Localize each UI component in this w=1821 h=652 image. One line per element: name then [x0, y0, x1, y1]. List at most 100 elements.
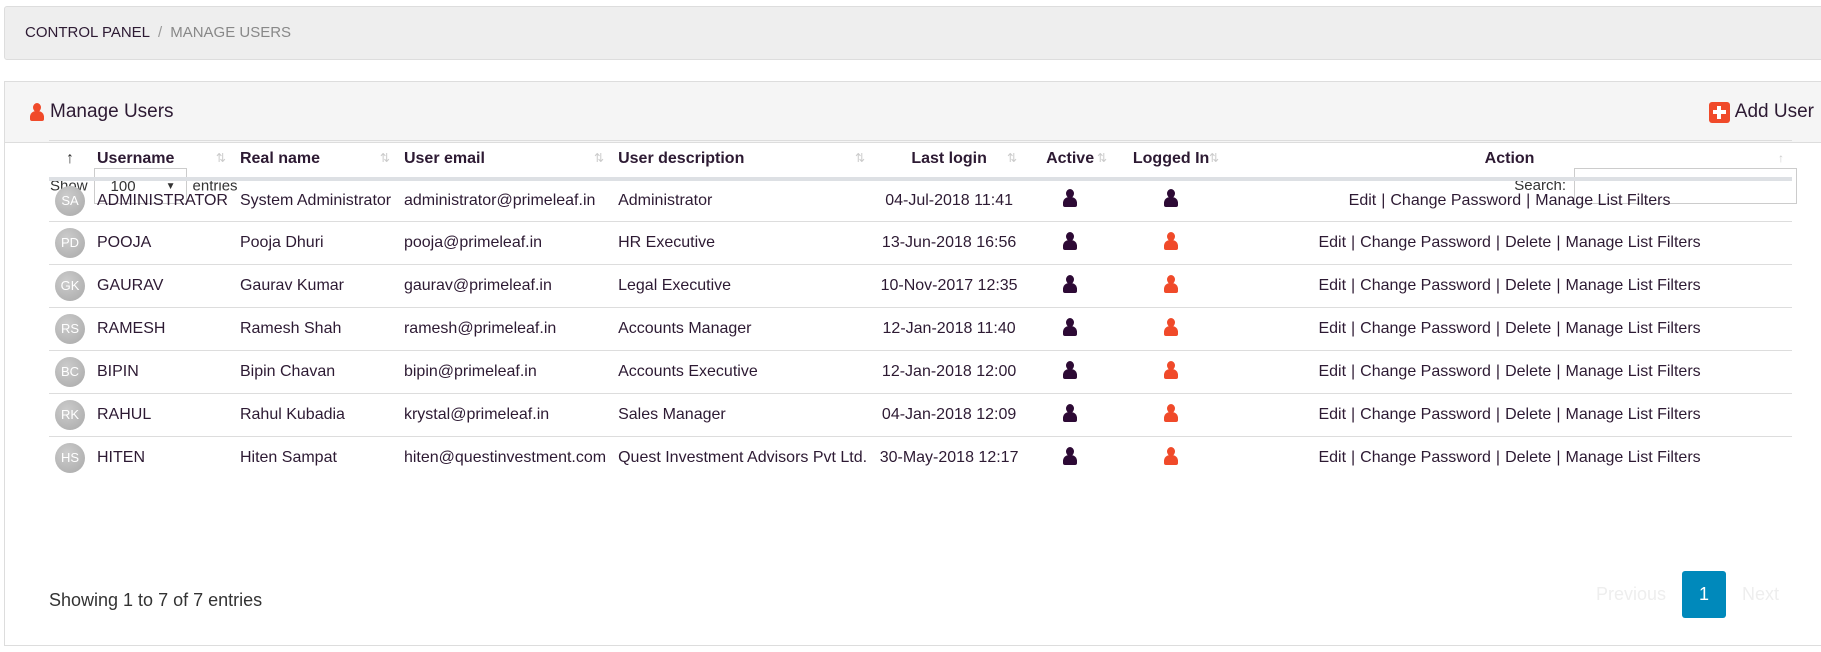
logged-in-user-icon — [1163, 403, 1179, 422]
column-header-label: Username — [97, 149, 175, 167]
table-row: RS RAMESH Ramesh Shah ramesh@primeleaf.in Ac… — [49, 307, 1792, 351]
email-cell: krystal@primeleaf.in — [397, 393, 613, 437]
column-header-username[interactable]: Username ⇅ — [91, 140, 234, 181]
logged-in-user-icon — [1163, 317, 1179, 336]
column-header-real-name[interactable]: Real name ⇅ — [233, 140, 398, 181]
manage-list-filters-link[interactable]: Manage List Filters — [1565, 449, 1700, 466]
add-user-button[interactable]: Add User — [1708, 101, 1814, 123]
action-cell: Edit | Change Password | Delete | Manage List … — [1227, 393, 1792, 437]
logged-in-user-icon — [1163, 231, 1179, 250]
real-name-cell: Pooja Dhuri — [233, 221, 398, 265]
manage-list-filters-link[interactable]: Manage List Filters — [1565, 320, 1700, 337]
manage-list-filters-link[interactable]: Manage List Filters — [1535, 192, 1670, 209]
edit-link[interactable]: Edit — [1318, 277, 1346, 294]
plus-icon — [1708, 101, 1730, 123]
separator: | — [1495, 406, 1501, 423]
change-password-link[interactable]: Change Password — [1360, 234, 1491, 251]
delete-link[interactable]: Delete — [1505, 234, 1551, 251]
table-row: RK RAHUL Rahul Kubadia krystal@primeleaf.in… — [49, 393, 1792, 437]
change-password-link[interactable]: Change Password — [1390, 192, 1521, 209]
column-header-logged-in[interactable]: Logged In ⇅ — [1115, 140, 1228, 181]
separator: | — [1495, 363, 1501, 380]
manage-list-filters-link[interactable]: Manage List Filters — [1565, 406, 1700, 423]
edit-link[interactable]: Edit — [1318, 234, 1346, 251]
table-row: BC BIPIN Bipin Chavan bipin@primeleaf.in Acc… — [49, 350, 1792, 394]
email-cell: administrator@primeleaf.in — [397, 178, 613, 222]
delete-link[interactable]: Delete — [1505, 406, 1551, 423]
page-1-button[interactable]: 1 — [1682, 571, 1727, 618]
delete-link[interactable]: Delete — [1505, 277, 1551, 294]
column-header-active[interactable]: Active ⇅ — [1025, 140, 1116, 181]
delete-link[interactable]: Delete — [1505, 363, 1551, 380]
active-cell — [1025, 178, 1116, 222]
column-header-action[interactable]: Action ↑ — [1227, 140, 1792, 181]
sort-icon: ⇅ — [1007, 151, 1018, 165]
separator: | — [1556, 320, 1561, 337]
description-cell: Accounts Manager — [612, 307, 874, 351]
column-header-label: Action — [1484, 149, 1535, 167]
manage-list-filters-link[interactable]: Manage List Filters — [1565, 234, 1700, 251]
active-user-icon — [1062, 231, 1078, 250]
logged-in-user-icon — [1163, 360, 1179, 379]
real-name-cell: System Administrator — [233, 178, 398, 222]
change-password-link[interactable]: Change Password — [1360, 449, 1491, 466]
manage-list-filters-link[interactable]: Manage List Filters — [1565, 363, 1700, 380]
avatar-cell: RS — [49, 307, 91, 351]
logged-in-cell — [1115, 221, 1228, 265]
description-cell: Sales Manager — [612, 393, 874, 437]
last-login-cell: 30-May-2018 12:17 — [879, 449, 1019, 467]
column-header-label: Active — [1046, 149, 1095, 167]
username-cell: RAHUL — [91, 393, 234, 437]
active-user-icon — [1062, 446, 1078, 465]
separator: | — [1495, 320, 1501, 337]
logged-in-user-icon — [1163, 189, 1179, 208]
edit-link[interactable]: Edit — [1318, 449, 1346, 466]
active-cell — [1025, 221, 1116, 265]
avatar: PD — [55, 228, 85, 258]
edit-link[interactable]: Edit — [1318, 320, 1346, 337]
previous-button[interactable]: Previous — [1580, 584, 1682, 605]
breadcrumb-control-panel[interactable]: CONTROL PANEL — [25, 24, 150, 41]
sort-icon: ⇅ — [1209, 151, 1220, 165]
active-cell — [1025, 437, 1115, 480]
table-info: Showing 1 to 7 of 7 entries — [49, 590, 263, 610]
active-user-icon — [1062, 403, 1078, 422]
column-header-user-description[interactable]: User description ⇅ — [612, 140, 874, 181]
description-cell: HR Executive — [612, 221, 874, 265]
table-row: SA ADMINISTRATOR System Administrator admin… — [49, 178, 1792, 222]
sort-icon: ⇅ — [379, 151, 390, 165]
action-cell: Edit | Change Password | Delete | Manage List … — [1227, 221, 1792, 265]
manage-list-filters-link[interactable]: Manage List Filters — [1565, 277, 1700, 294]
column-header-last-login[interactable]: Last login ⇅ — [873, 140, 1026, 181]
avatar-cell: GK — [49, 264, 91, 308]
change-password-link[interactable]: Change Password — [1360, 320, 1491, 337]
sort-column-header[interactable]: ↑ — [49, 140, 91, 181]
panel-title-text: Manage Users — [50, 101, 174, 122]
username-cell: POOJA — [91, 221, 234, 265]
description-cell: Accounts Executive — [612, 350, 874, 394]
last-login-cell: 12-Jan-2018 11:40 — [873, 307, 1026, 351]
next-button[interactable]: Next — [1726, 584, 1795, 605]
change-password-link[interactable]: Change Password — [1360, 363, 1491, 380]
change-password-link[interactable]: Change Password — [1360, 406, 1491, 423]
logged-in-cell — [1115, 307, 1228, 351]
separator: | — [1495, 277, 1501, 294]
user-icon — [29, 103, 45, 121]
edit-link[interactable]: Edit — [1318, 406, 1346, 423]
delete-link[interactable]: Delete — [1505, 320, 1551, 337]
add-user-label: Add User — [1734, 101, 1814, 122]
separator: | — [1556, 234, 1561, 251]
avatar: GK — [55, 271, 85, 301]
change-password-link[interactable]: Change Password — [1360, 277, 1491, 294]
column-header-user-email[interactable]: User email ⇅ — [397, 140, 613, 181]
edit-link[interactable]: Edit — [1318, 363, 1346, 380]
email-cell: gaurav@primeleaf.in — [397, 264, 613, 308]
delete-link[interactable]: Delete — [1505, 449, 1551, 466]
sort-icon: ⇅ — [855, 151, 866, 165]
avatar-cell: RK — [49, 393, 91, 437]
active-cell — [1025, 307, 1116, 351]
edit-link[interactable]: Edit — [1349, 192, 1377, 209]
breadcrumb-manage-users: MANAGE USERS — [170, 24, 292, 41]
separator: | — [1495, 234, 1501, 251]
real-name-cell: Rahul Kubadia — [233, 393, 398, 437]
